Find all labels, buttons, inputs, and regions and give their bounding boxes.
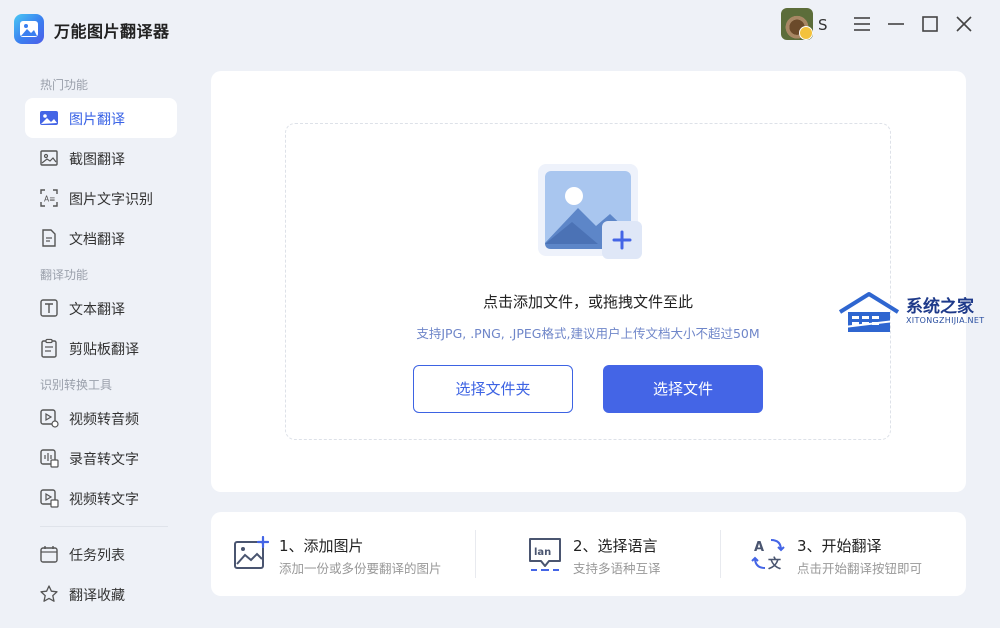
sidebar-item-clipboard-translate[interactable]: 剪贴板翻译 [25,328,177,368]
video-audio-icon [40,409,59,428]
sidebar-item-document-translate[interactable]: 文档翻译 [25,218,177,258]
select-file-button[interactable]: 选择文件 [603,365,763,413]
svg-text:文: 文 [768,556,782,572]
section-label-convert: 识别转换工具 [40,378,113,392]
user-name[interactable]: S [818,16,828,34]
sidebar-item-label: 图片文字识别 [69,192,153,208]
step-title: 1、添加图片 [279,537,364,555]
calendar-icon [40,546,58,563]
step-desc: 支持多语种互译 [573,561,661,576]
sidebar-item-label: 视频转文字 [69,492,139,508]
sidebar-item-text-translate[interactable]: 文本翻译 [25,288,177,328]
image-icon [40,111,58,125]
translate-icon: A 文 [751,539,785,572]
sidebar-item-ocr[interactable]: A≡ 图片文字识别 [25,178,177,218]
app-title: 万能图片翻译器 [54,22,170,41]
main-panel: 点击添加文件，或拖拽文件至此 支持JPG, .PNG, .JPEG格式,建议用户… [211,71,966,492]
vip-badge-icon [799,26,813,40]
app-logo-icon [14,14,44,44]
clipboard-icon [41,338,57,358]
document-icon [42,229,56,247]
sidebar: 热门功能 图片翻译 截图翻译 A≡ 图片文字识别 文档翻译 翻译功能 文本翻译 … [0,56,200,628]
upload-image-icon [538,164,642,259]
sidebar-item-favorites[interactable]: 翻译收藏 [25,574,177,614]
sidebar-item-image-translate[interactable]: 图片翻译 [25,98,177,138]
sidebar-item-label: 视频转音频 [69,412,139,428]
watermark-text: 系统之家 [906,297,974,317]
house-logo-icon [835,292,903,332]
sidebar-item-task-list[interactable]: 任务列表 [25,534,177,574]
screenshot-icon [40,150,58,166]
maximize-icon[interactable] [918,12,942,36]
svg-text:A≡: A≡ [44,195,55,204]
drop-zone-hint: 支持JPG, .PNG, .JPEG格式,建议用户上传文档大小不超过50M [416,326,760,341]
sidebar-item-label: 截图翻译 [69,152,125,168]
sidebar-item-label: 录音转文字 [69,452,139,468]
step-title: 2、选择语言 [573,537,658,555]
sidebar-item-screenshot-translate[interactable]: 截图翻译 [25,138,177,178]
sidebar-divider [40,526,168,527]
watermark-subtext: XITONGZHIJIA.NET [906,316,985,325]
sidebar-item-video-to-audio[interactable]: 视频转音频 [25,398,177,438]
minimize-icon[interactable] [884,12,908,36]
step-select-language: lan 2、选择语言 支持多语种互译 [527,512,767,596]
video-text-icon [40,489,59,508]
title-bar: 万能图片翻译器 S [0,0,1000,56]
sidebar-item-label: 图片翻译 [69,112,125,128]
step-desc: 添加一份或多份要翻译的图片 [279,561,442,576]
file-drop-zone[interactable]: 点击添加文件，或拖拽文件至此 支持JPG, .PNG, .JPEG格式,建议用户… [285,123,891,440]
close-icon[interactable] [952,12,976,36]
drop-zone-title: 点击添加文件，或拖拽文件至此 [482,293,693,311]
step-divider [720,530,721,578]
steps-panel: 1、添加图片 添加一份或多份要翻译的图片 lan 2、选择语言 支持多语种互译 … [211,512,966,596]
watermark-logo: 系统之家 XITONGZHIJIA.NET [835,290,988,338]
step-desc: 点击开始翻译按钮即可 [797,561,923,576]
sidebar-item-label: 文档翻译 [69,232,125,248]
language-icon: lan [529,538,561,571]
star-icon [40,585,58,602]
add-image-icon [234,536,269,569]
step-title: 3、开始翻译 [797,537,882,555]
step-start-translate: A 文 3、开始翻译 点击开始翻译按钮即可 [751,512,991,596]
section-label-translate: 翻译功能 [40,268,89,282]
svg-text:lan: lan [534,547,551,558]
sidebar-item-record-to-text[interactable]: 录音转文字 [25,438,177,478]
text-icon [40,299,58,317]
sidebar-item-label: 剪贴板翻译 [69,342,139,358]
sidebar-item-label: 文本翻译 [69,302,125,318]
section-label-hot: 热门功能 [40,78,89,92]
svg-text:A: A [754,540,764,555]
menu-icon[interactable] [850,12,874,36]
ocr-icon: A≡ [40,189,58,207]
record-text-icon [40,449,59,468]
step-add-image: 1、添加图片 添加一份或多份要翻译的图片 [233,512,473,596]
sidebar-item-video-to-text[interactable]: 视频转文字 [25,478,177,518]
select-folder-button[interactable]: 选择文件夹 [413,365,573,413]
step-divider [475,530,476,578]
sidebar-item-label: 任务列表 [69,548,125,564]
sidebar-item-label: 翻译收藏 [69,588,125,604]
